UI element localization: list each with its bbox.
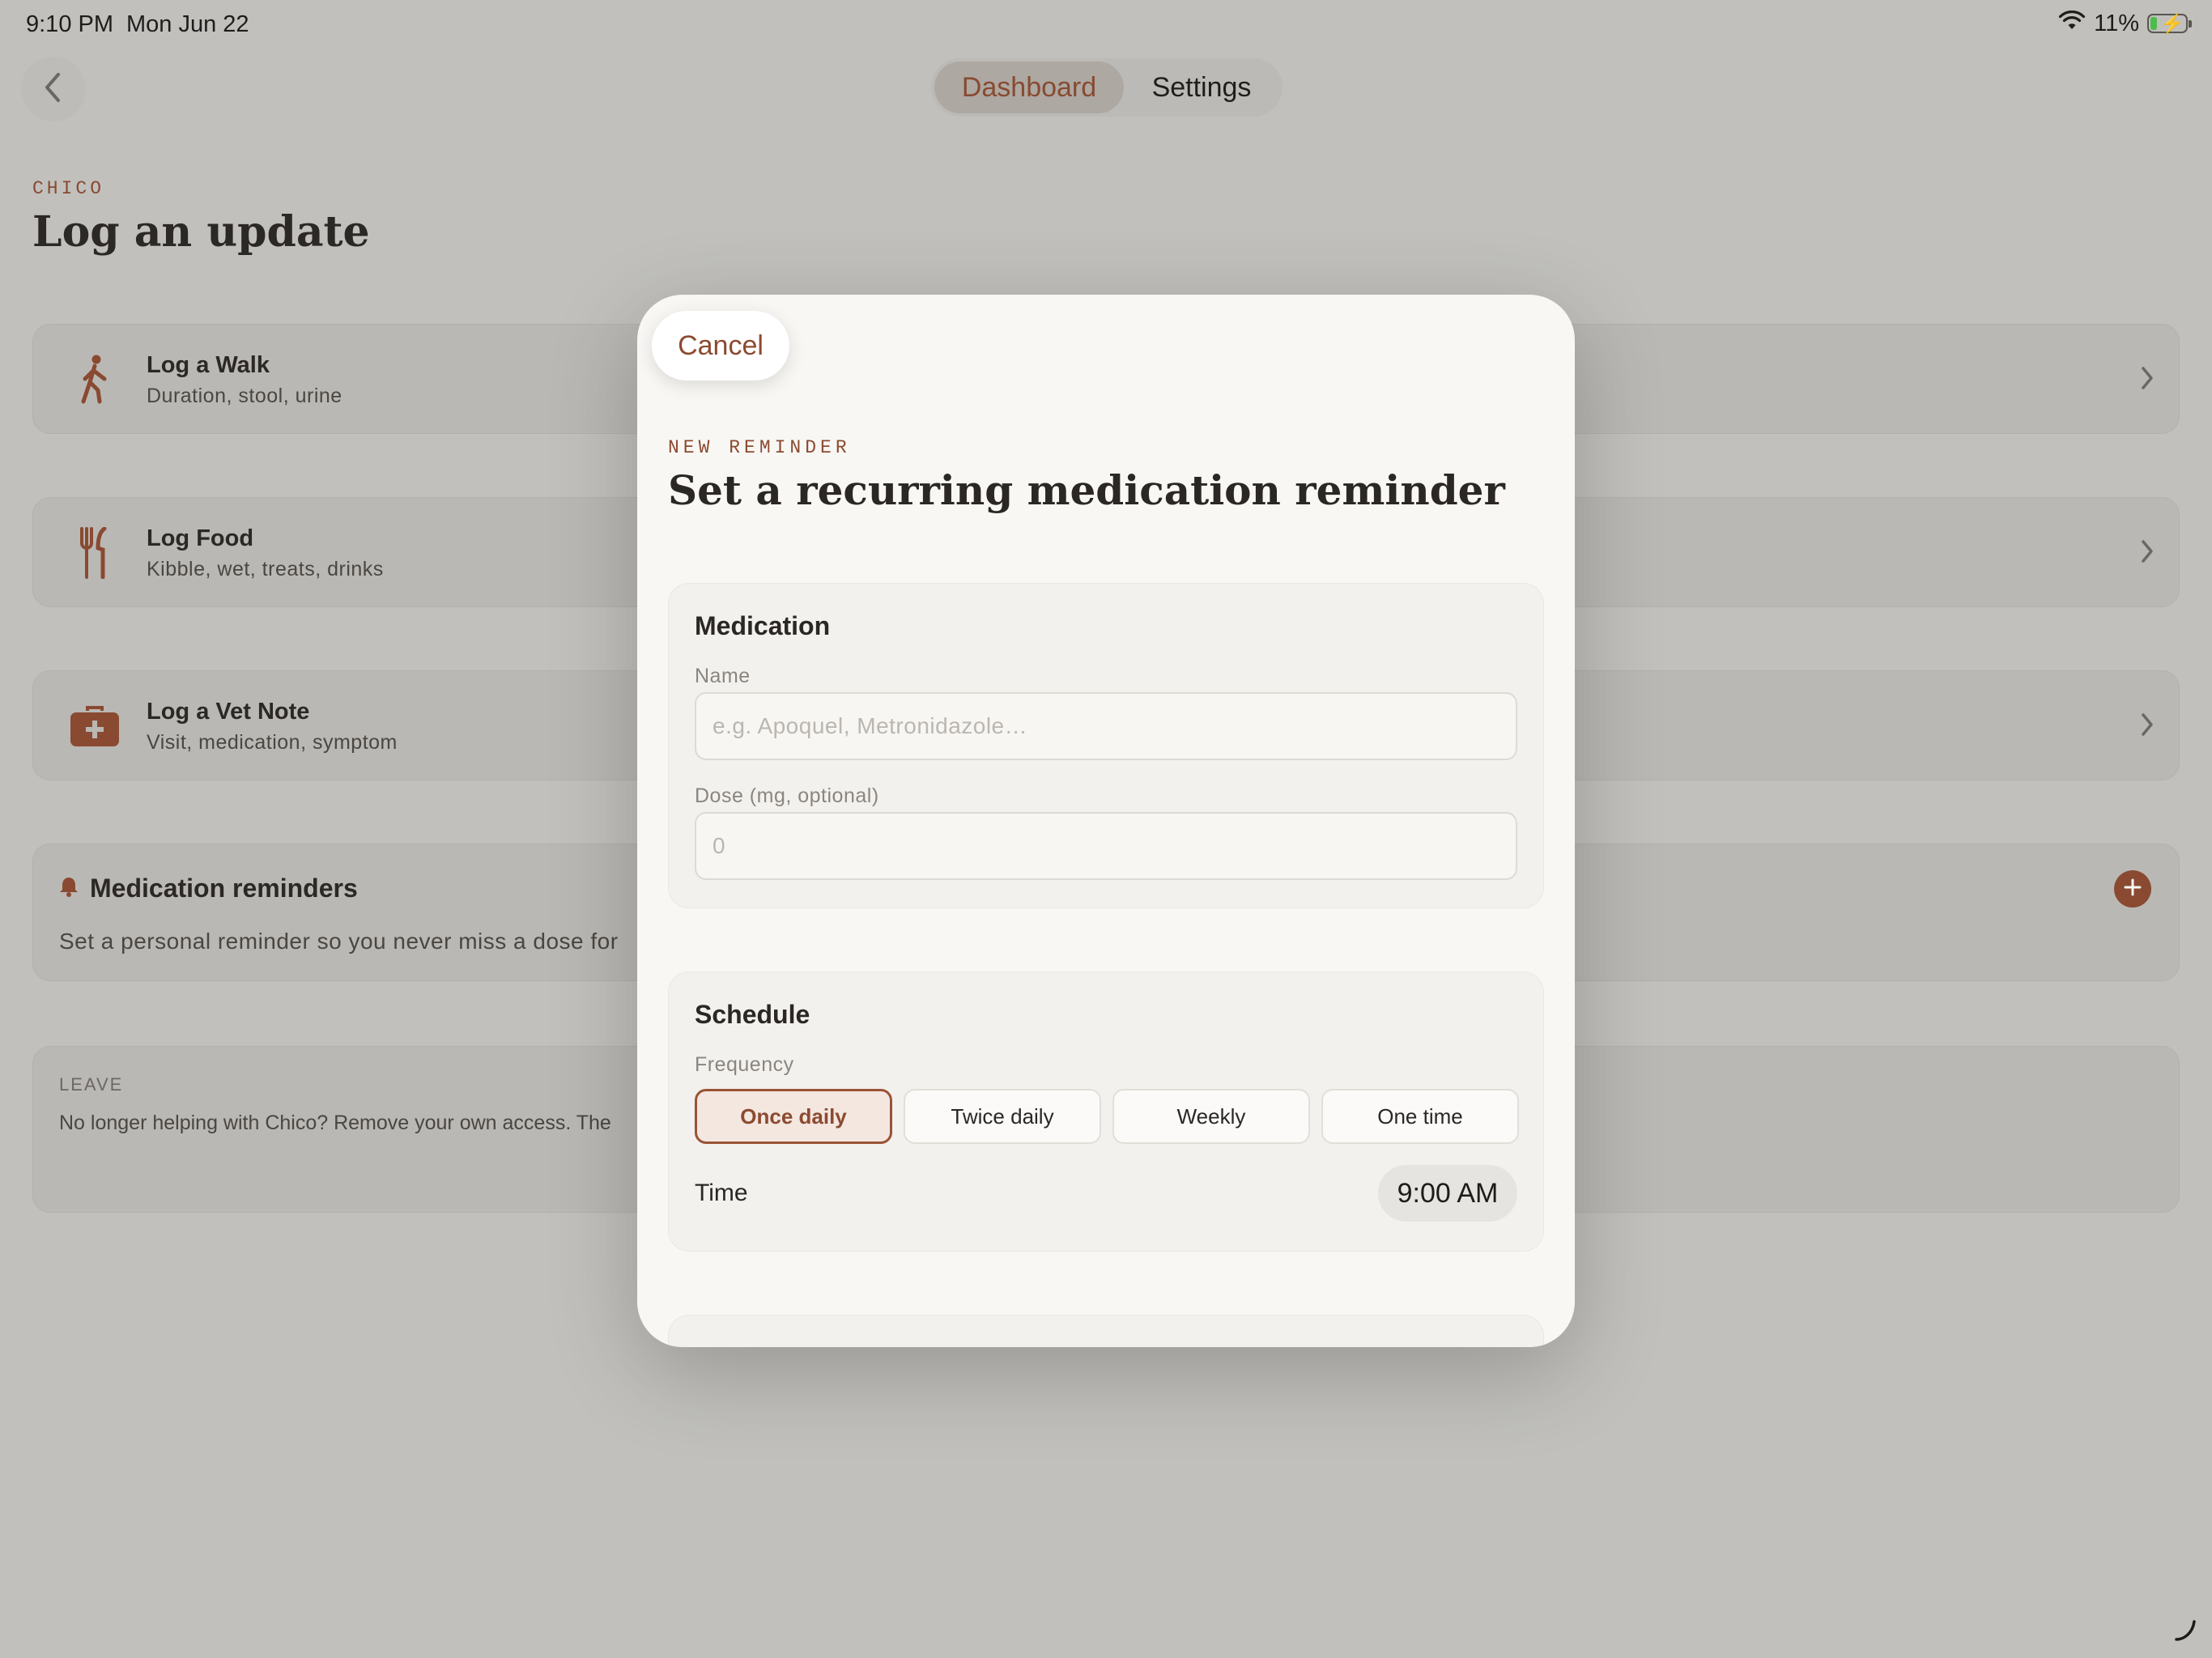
medication-section: Medication Name e.g. Apoquel, Metronidaz… [668, 583, 1544, 908]
dose-input[interactable]: 0 [695, 812, 1517, 880]
dose-label: Dose (mg, optional) [695, 784, 879, 807]
schedule-section: Schedule Frequency Once daily Twice dail… [668, 971, 1544, 1252]
frequency-weekly[interactable]: Weekly [1112, 1089, 1310, 1144]
time-label: Time [695, 1180, 748, 1206]
sheet-title: Set a recurring medication reminder [668, 466, 1505, 514]
medication-name-input[interactable]: e.g. Apoquel, Metronidazole… [695, 692, 1517, 760]
new-reminder-sheet: Cancel NEW REMINDER Set a recurring medi… [637, 295, 1575, 1347]
name-label: Name [695, 665, 751, 687]
cancel-button[interactable]: Cancel [652, 311, 789, 380]
time-picker[interactable]: 9:00 AM [1378, 1165, 1517, 1222]
next-section-peek [668, 1315, 1544, 1347]
frequency-label: Frequency [695, 1053, 794, 1076]
scroll-indicator-icon [2173, 1618, 2197, 1647]
frequency-twice-daily[interactable]: Twice daily [904, 1089, 1101, 1144]
section-title: Medication [695, 611, 831, 640]
sheet-eyebrow: NEW REMINDER [668, 437, 851, 458]
frequency-options: Once daily Twice daily Weekly One time [695, 1089, 1519, 1144]
frequency-once-daily[interactable]: Once daily [695, 1089, 892, 1144]
frequency-one-time[interactable]: One time [1321, 1089, 1519, 1144]
section-title: Schedule [695, 1000, 810, 1029]
